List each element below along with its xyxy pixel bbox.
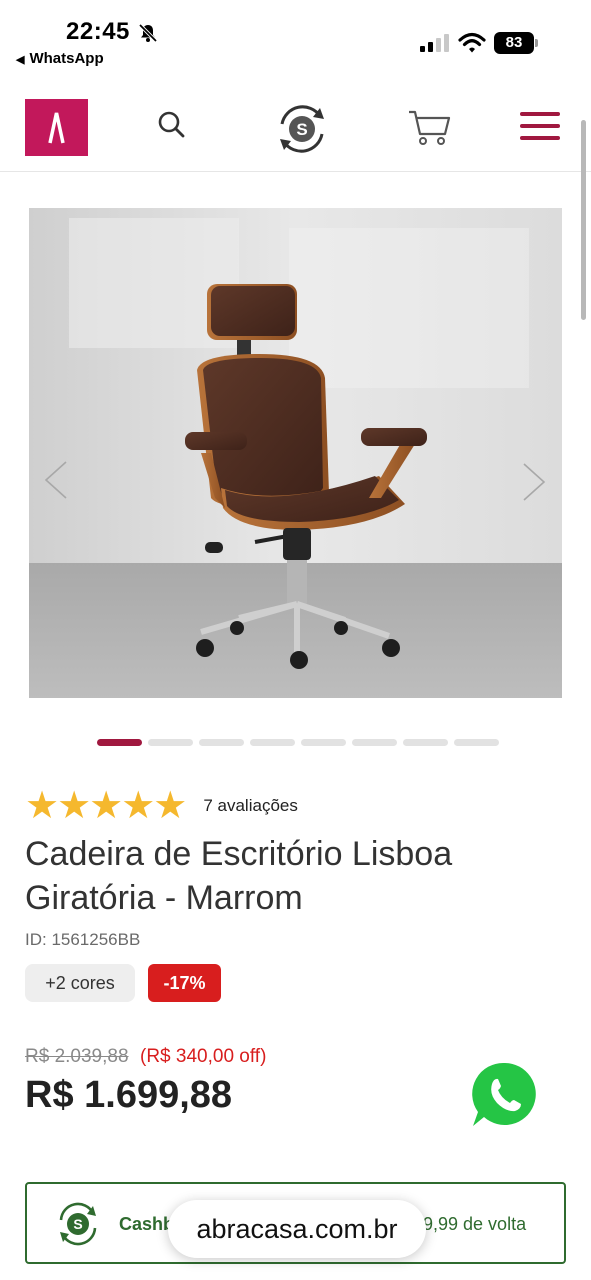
bell-off-icon [138, 23, 158, 43]
product-image-carousel[interactable] [29, 208, 562, 698]
battery-tip [535, 39, 538, 47]
battery-level: 83 [494, 32, 534, 54]
carousel-dot[interactable] [403, 739, 448, 746]
previous-image-arrow-icon[interactable] [42, 458, 70, 502]
product-id: ID: 1561256BB [25, 930, 141, 949]
cashback-value: 9,99 de volta [423, 1214, 527, 1234]
original-price: R$ 2.039,88 [25, 1046, 129, 1067]
back-app-label: WhatsApp [29, 50, 104, 67]
menu-button[interactable] [520, 112, 560, 144]
current-price: R$ 1.699,88 [25, 1074, 233, 1116]
logo-mark-icon [48, 112, 65, 144]
site-header: S [0, 88, 591, 172]
back-triangle-icon: ◀ [16, 54, 25, 66]
star-rating-icon: ★★★★★ [25, 785, 187, 827]
back-to-app-link[interactable]: ◀ WhatsApp [16, 50, 104, 67]
cashback-label: Cashb [119, 1214, 175, 1234]
wifi-icon [458, 32, 486, 53]
menu-line [520, 136, 560, 140]
carousel-dot[interactable] [148, 739, 193, 746]
svg-text:S: S [73, 1216, 82, 1232]
product-image [29, 208, 562, 698]
next-image-arrow-icon[interactable] [520, 460, 548, 504]
carousel-dot[interactable] [250, 739, 295, 746]
cashback-icon[interactable]: S [274, 102, 330, 156]
svg-text:S: S [296, 120, 307, 139]
more-colors-button[interactable]: +2 cores [25, 964, 135, 1002]
menu-line [520, 112, 560, 116]
carousel-dot[interactable] [352, 739, 397, 746]
cellular-signal-icon [420, 34, 449, 52]
search-icon[interactable] [154, 108, 190, 144]
cashback-coin-icon: S [59, 1202, 97, 1246]
brand-logo[interactable] [25, 99, 88, 156]
status-time: 22:45 [66, 18, 130, 45]
savings-amount: (R$ 340,00 off) [140, 1046, 267, 1067]
carousel-dot[interactable] [301, 739, 346, 746]
discount-badge: -17% [148, 964, 221, 1002]
browser-url-bar[interactable]: abracasa.com.br [168, 1200, 426, 1258]
menu-line [520, 124, 560, 128]
carousel-pagination [97, 739, 499, 747]
product-title: Cadeira de Escritório Lisboa Giratória -… [25, 835, 453, 917]
battery-indicator: 83 [494, 32, 538, 54]
cart-icon[interactable] [407, 108, 451, 148]
carousel-dot[interactable] [199, 739, 244, 746]
carousel-dot[interactable] [454, 739, 499, 746]
status-bar: 22:45 ◀ WhatsApp 83 [0, 0, 591, 80]
product-rating[interactable]: ★★★★★ 7 avaliações [25, 785, 298, 827]
whatsapp-icon[interactable] [470, 1060, 540, 1130]
reviews-count: 7 avaliações [203, 796, 298, 815]
page-scrollbar[interactable] [581, 120, 586, 320]
carousel-dot-active[interactable] [97, 739, 142, 746]
